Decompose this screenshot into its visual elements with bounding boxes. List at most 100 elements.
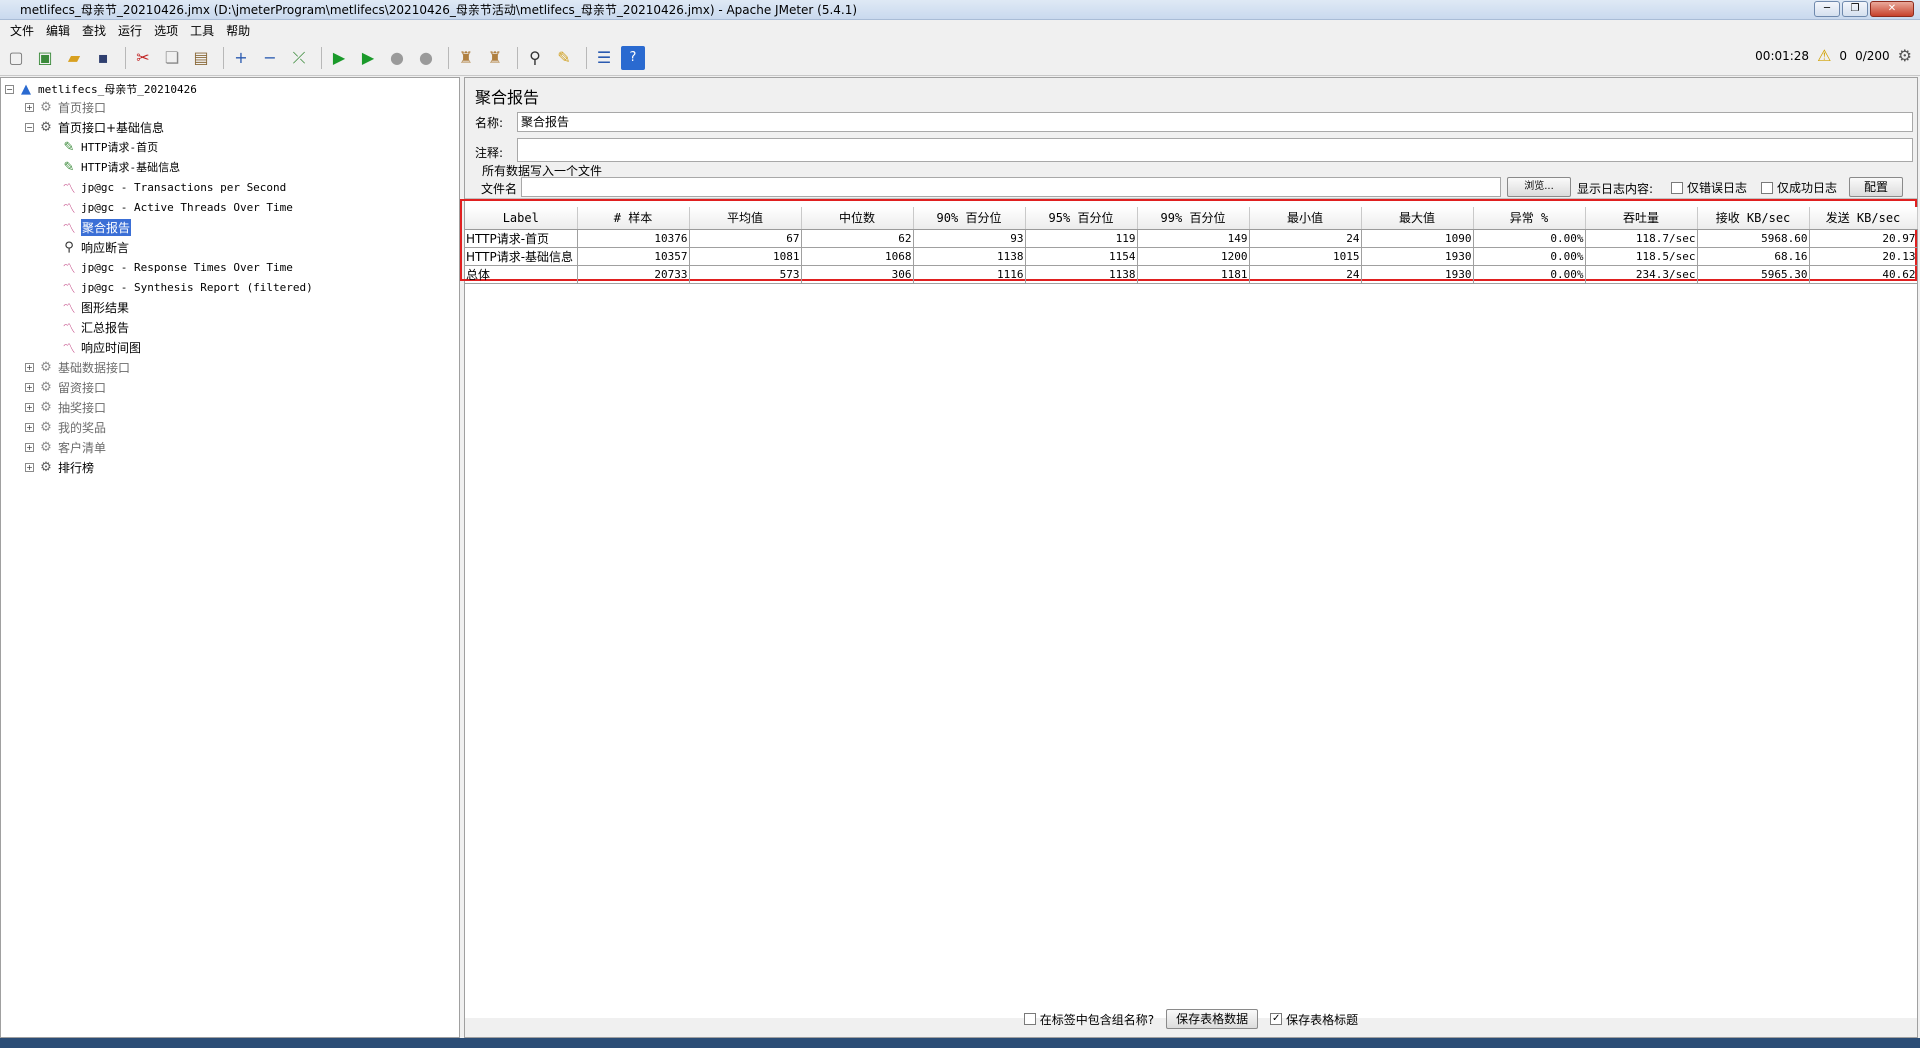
open-icon[interactable]: ▰ (62, 46, 86, 70)
menu-tools[interactable]: 工具 (184, 22, 220, 39)
table-cell[interactable]: 24 (1249, 229, 1362, 248)
table-cell[interactable]: 5968.60 (1697, 229, 1810, 248)
expand-icon[interactable]: + (25, 442, 34, 452)
table-cell[interactable]: 0.00% (1473, 247, 1586, 266)
table-cell[interactable]: HTTP请求-基础信息 (465, 247, 578, 266)
save-table-header-checkbox[interactable]: ✓ (1270, 1013, 1283, 1025)
table-cell[interactable]: 0.00% (1473, 229, 1586, 248)
tree-node-thread-group[interactable]: − ⚙ 首页接口+基础信息 (25, 118, 164, 136)
tree-node-listener-selected[interactable]: 〽 聚合报告 (61, 218, 132, 237)
paste-icon[interactable]: ▤ (189, 46, 213, 70)
expand-all-icon[interactable]: + (229, 46, 253, 70)
tree-node-test-plan[interactable]: − ▲ metlifecs_母亲节_20210426 (5, 80, 197, 98)
table-cell[interactable]: 1068 (801, 247, 914, 266)
collapse-all-icon[interactable]: − (258, 46, 282, 70)
tree-node-listener[interactable]: 〽 jp@gc - Transactions per Second (61, 178, 286, 197)
expand-icon[interactable]: + (25, 402, 34, 412)
minimize-button[interactable]: ─ (1814, 1, 1840, 17)
expand-icon[interactable]: + (25, 102, 34, 112)
collapse-icon[interactable]: − (5, 84, 14, 94)
function-helper-icon[interactable]: ☰ (592, 46, 616, 70)
tree-node-listener[interactable]: 〽 jp@gc - Active Threads Over Time (61, 198, 292, 217)
table-cell[interactable]: HTTP请求-首页 (465, 229, 578, 248)
expand-icon[interactable]: + (25, 362, 34, 372)
clear-all-icon[interactable]: ♜ (483, 46, 507, 70)
include-group-checkbox[interactable] (1023, 1013, 1036, 1025)
toggle-icon[interactable]: ⤫ (287, 46, 311, 70)
success-only-checkbox[interactable] (1761, 181, 1773, 194)
column-header[interactable]: 平均值 (689, 207, 802, 230)
menu-options[interactable]: 选项 (148, 22, 184, 39)
table-cell[interactable]: 10357 (577, 247, 690, 266)
cut-icon[interactable]: ✂ (131, 46, 155, 70)
tree-node-assertion[interactable]: ⚲ 响应断言 (61, 238, 129, 256)
table-cell[interactable]: 119 (1025, 229, 1138, 248)
remote-icon[interactable]: ⚙ (1898, 46, 1912, 65)
table-cell[interactable]: 1116 (913, 265, 1026, 284)
success-only-option[interactable]: 仅成功日志 (1761, 179, 1837, 196)
new-icon[interactable]: ▢ (4, 46, 28, 70)
filename-field[interactable] (521, 177, 1501, 197)
column-header[interactable]: 90% 百分位 (913, 207, 1026, 230)
comment-field[interactable] (517, 138, 1913, 162)
clear-icon[interactable]: ♜ (454, 46, 478, 70)
configure-button[interactable]: 配置 (1849, 177, 1903, 197)
menu-file[interactable]: 文件 (4, 22, 40, 39)
tree-node-sampler[interactable]: ✎ HTTP请求-基础信息 (61, 158, 181, 176)
table-cell[interactable]: 573 (689, 265, 802, 284)
table-cell[interactable]: 1081 (689, 247, 802, 266)
table-row[interactable]: HTTP请求-首页 10376 67 62 93 119 149 24 1090… (465, 229, 1918, 248)
table-cell[interactable]: 1138 (913, 247, 1026, 266)
column-header[interactable]: 最大值 (1361, 207, 1474, 230)
save-icon[interactable]: ▪ (91, 46, 115, 70)
stop-icon[interactable]: ● (385, 46, 409, 70)
close-button[interactable]: ✕ (1870, 1, 1914, 17)
expand-icon[interactable]: + (25, 422, 34, 432)
table-row[interactable]: HTTP请求-基础信息 10357 1081 1068 1138 1154 12… (465, 247, 1918, 266)
column-header[interactable]: 发送 KB/sec (1809, 207, 1918, 230)
table-cell[interactable]: 24 (1249, 265, 1362, 284)
table-cell[interactable]: 0.00% (1473, 265, 1586, 284)
help-icon[interactable]: ? (621, 45, 645, 70)
tree-node-listener[interactable]: 〽 jp@gc - Synthesis Report (filtered) (61, 278, 312, 297)
table-cell[interactable]: 1200 (1137, 247, 1250, 266)
table-cell[interactable]: 20.13 (1809, 247, 1918, 266)
save-table-data-button[interactable]: 保存表格数据 (1166, 1009, 1259, 1029)
search-icon[interactable]: ⚲ (523, 46, 547, 70)
table-cell[interactable]: 68.16 (1697, 247, 1810, 266)
column-header[interactable]: 异常 % (1473, 207, 1586, 230)
table-cell[interactable]: 1181 (1137, 265, 1250, 284)
column-header[interactable]: 接收 KB/sec (1697, 207, 1810, 230)
column-header[interactable]: 最小值 (1249, 207, 1362, 230)
table-cell[interactable]: 306 (801, 265, 914, 284)
maximize-button[interactable]: ❐ (1842, 1, 1868, 17)
name-field[interactable]: 聚合报告 (517, 112, 1913, 132)
table-cell[interactable]: 118.7/sec (1585, 229, 1698, 248)
table-cell[interactable]: 总体 (465, 265, 578, 284)
table-cell[interactable]: 5965.30 (1697, 265, 1810, 284)
table-cell[interactable]: 40.62 (1809, 265, 1918, 284)
table-cell[interactable]: 10376 (577, 229, 690, 248)
tree-node-listener[interactable]: 〽 汇总报告 (61, 318, 129, 337)
save-table-header-option[interactable]: ✓ 保存表格标题 (1270, 1011, 1358, 1028)
column-header[interactable]: 95% 百分位 (1025, 207, 1138, 230)
table-cell[interactable]: 1015 (1249, 247, 1362, 266)
tree-node-thread-group[interactable]: + ⚙ 客户清单 (25, 438, 106, 456)
column-header[interactable]: # 样本 (577, 207, 690, 230)
table-cell[interactable]: 118.5/sec (1585, 247, 1698, 266)
menu-search[interactable]: 查找 (76, 22, 112, 39)
tree-node-thread-group[interactable]: + ⚙ 首页接口 (25, 98, 106, 116)
templates-icon[interactable]: ▣ (33, 46, 57, 70)
tree-node-sampler[interactable]: ✎ HTTP请求-首页 (61, 138, 159, 156)
collapse-icon[interactable]: − (25, 122, 34, 132)
tree-node-thread-group[interactable]: + ⚙ 留资接口 (25, 378, 106, 396)
table-cell[interactable]: 1154 (1025, 247, 1138, 266)
table-cell[interactable]: 93 (913, 229, 1026, 248)
tree-node-thread-group[interactable]: + ⚙ 抽奖接口 (25, 398, 106, 416)
reset-search-icon[interactable]: ✎ (552, 46, 576, 70)
table-cell[interactable]: 149 (1137, 229, 1250, 248)
table-row[interactable]: 总体 20733 573 306 1116 1138 1181 24 1930 … (465, 265, 1918, 284)
table-cell[interactable]: 1090 (1361, 229, 1474, 248)
tree-node-listener[interactable]: 〽 响应时间图 (61, 338, 141, 357)
table-cell[interactable]: 1930 (1361, 265, 1474, 284)
